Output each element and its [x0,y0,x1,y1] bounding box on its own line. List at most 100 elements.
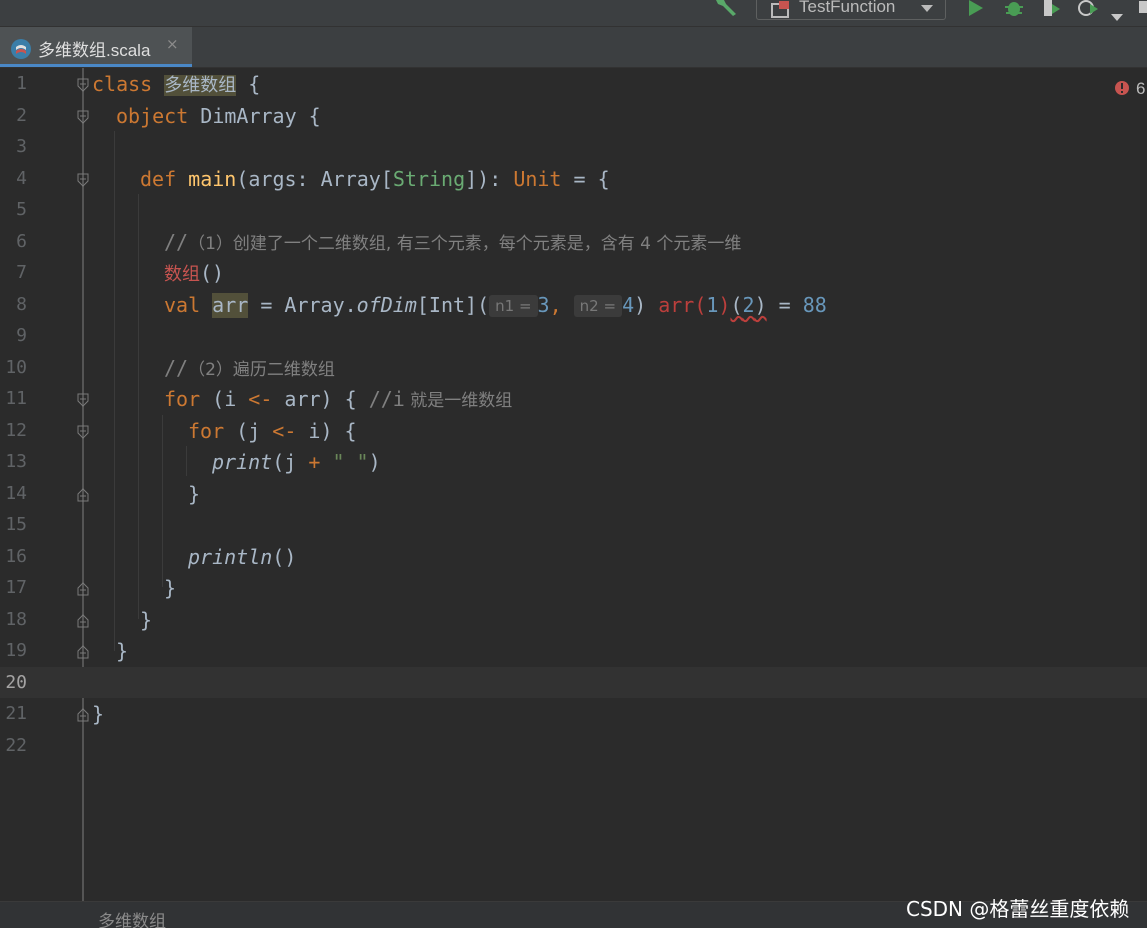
chevron-down-icon[interactable] [1110,8,1124,27]
fold-open-icon[interactable] [77,172,89,191]
code-token: ) [754,292,767,317]
comment: //（2）遍历二维数组 [164,356,335,382]
code-line: 1 class 多维数组 { [0,68,1147,100]
code-token: ( [730,292,743,317]
type-name: String [392,166,466,191]
code-token: (j [224,418,273,443]
fold-close-icon[interactable] [77,707,89,726]
fold-open-icon[interactable] [77,77,89,96]
code-line: 21 } [0,698,1147,730]
line-number: 12 [5,419,27,441]
chevron-down-icon [921,5,933,12]
line-number: 10 [5,356,27,378]
coverage-icon[interactable] [1040,0,1064,22]
tab-multidim-array-scala[interactable]: 多维数组.scala × [0,27,192,67]
run-configuration-label: TestFunction [799,0,896,16]
variable-name: arr [212,292,249,318]
code-text: } [92,702,105,726]
parameter-hint: n2 = [573,294,623,317]
code-line-current[interactable]: 20 [0,666,1147,698]
function-name: ofDim [356,292,417,317]
breadcrumb-item[interactable]: 多维数组 [98,907,166,928]
fold-open-icon[interactable] [77,424,89,443]
code-line: 13 print(j + " ") [0,446,1147,478]
fold-open-icon[interactable] [77,392,89,411]
comment-slashes: //i [368,387,405,411]
code-token: DimArray { [188,103,321,128]
code-token: = { [561,166,610,191]
line-number: 20 [5,671,27,693]
code-line: 10 //（2）遍历二维数组 [0,352,1147,384]
number-literal: 88 [802,292,827,317]
code-token: (i [200,387,249,411]
code-token: () [200,261,225,285]
code-token: ]): [465,166,514,191]
error-icon[interactable] [1114,80,1130,100]
object-reference: 数组 [164,264,200,285]
code-text: println() [188,545,296,569]
fold-close-icon[interactable] [77,487,89,506]
comment-slashes: // [164,355,189,380]
keyword: class [92,72,153,96]
code-text: class 多维数组 { [92,72,260,98]
tab-label: 多维数组.scala [38,41,151,60]
comment-text: （2）遍历二维数组 [188,359,335,380]
run-configuration-select[interactable]: TestFunction [756,0,946,20]
class-name: 多维数组 [164,75,237,96]
line-number: 11 [5,388,27,409]
code-token: ( [694,292,707,317]
code-text: } [140,607,153,632]
code-line: 5 [0,194,1147,226]
code-line: 9 [0,320,1147,352]
code-line: 22 [0,730,1147,762]
fold-close-icon[interactable] [77,581,89,600]
code-line: 18 } [0,604,1147,636]
operator: <- [248,387,273,411]
code-line: 8 val arr = Array.ofDim[Int](n1 = 3, n2 =… [0,289,1147,321]
line-number: 17 [5,577,27,598]
keyword: for [188,418,225,443]
code-line: 6 //（1）创建了一个二维数组, 有三个元素，每个元素是，含有 4 个元素一维 [0,226,1147,258]
code-token: [Int]( [416,292,490,317]
line-number: 1 [16,73,27,94]
code-token: i) { [296,418,357,443]
number-literal: 3 [537,292,550,317]
hammer-icon[interactable] [712,0,740,20]
line-number: 2 [16,104,27,126]
comment: //（1）创建了一个二维数组, 有三个元素，每个元素是，含有 4 个元素一维 [164,230,741,256]
line-number: 6 [16,230,27,252]
number-literal: 1 [706,292,719,317]
line-number: 4 [16,167,27,189]
function-name: print [212,450,273,474]
code-token: ) [368,450,381,474]
code-line: 17 } [0,572,1147,604]
code-line: 15 [0,509,1147,541]
debug-icon[interactable] [1003,0,1025,22]
code-token: = Array. [248,292,357,317]
code-line: 3 [0,131,1147,163]
line-number: 5 [16,199,27,220]
keyword: for [164,387,201,411]
code-line: 2 object DimArray { [0,100,1147,132]
more-icon[interactable] [1138,0,1147,19]
code-line: 19 } [0,635,1147,667]
keyword: object [116,103,189,128]
line-number: 21 [5,703,27,724]
error-count[interactable]: 6 [1136,79,1145,99]
function-name: println [188,544,273,569]
code-line: 12 for (j <- i) { [0,415,1147,447]
fold-close-icon[interactable] [77,613,89,632]
comment-text: 就是一维数组 [404,391,513,411]
close-icon[interactable]: × [166,35,179,53]
line-number: 7 [16,262,27,283]
profiler-icon[interactable] [1076,0,1117,22]
code-editor[interactable]: 1 class 多维数组 { 2 object DimArray { 3 4 d… [0,68,1147,901]
fold-close-icon[interactable] [77,644,89,663]
run-icon[interactable] [966,0,986,22]
code-text: 数组() [164,261,224,287]
fold-open-icon[interactable] [77,109,89,128]
code-text: } [164,576,177,600]
code-line: 16 println() [0,541,1147,573]
code-token: { [236,72,261,96]
